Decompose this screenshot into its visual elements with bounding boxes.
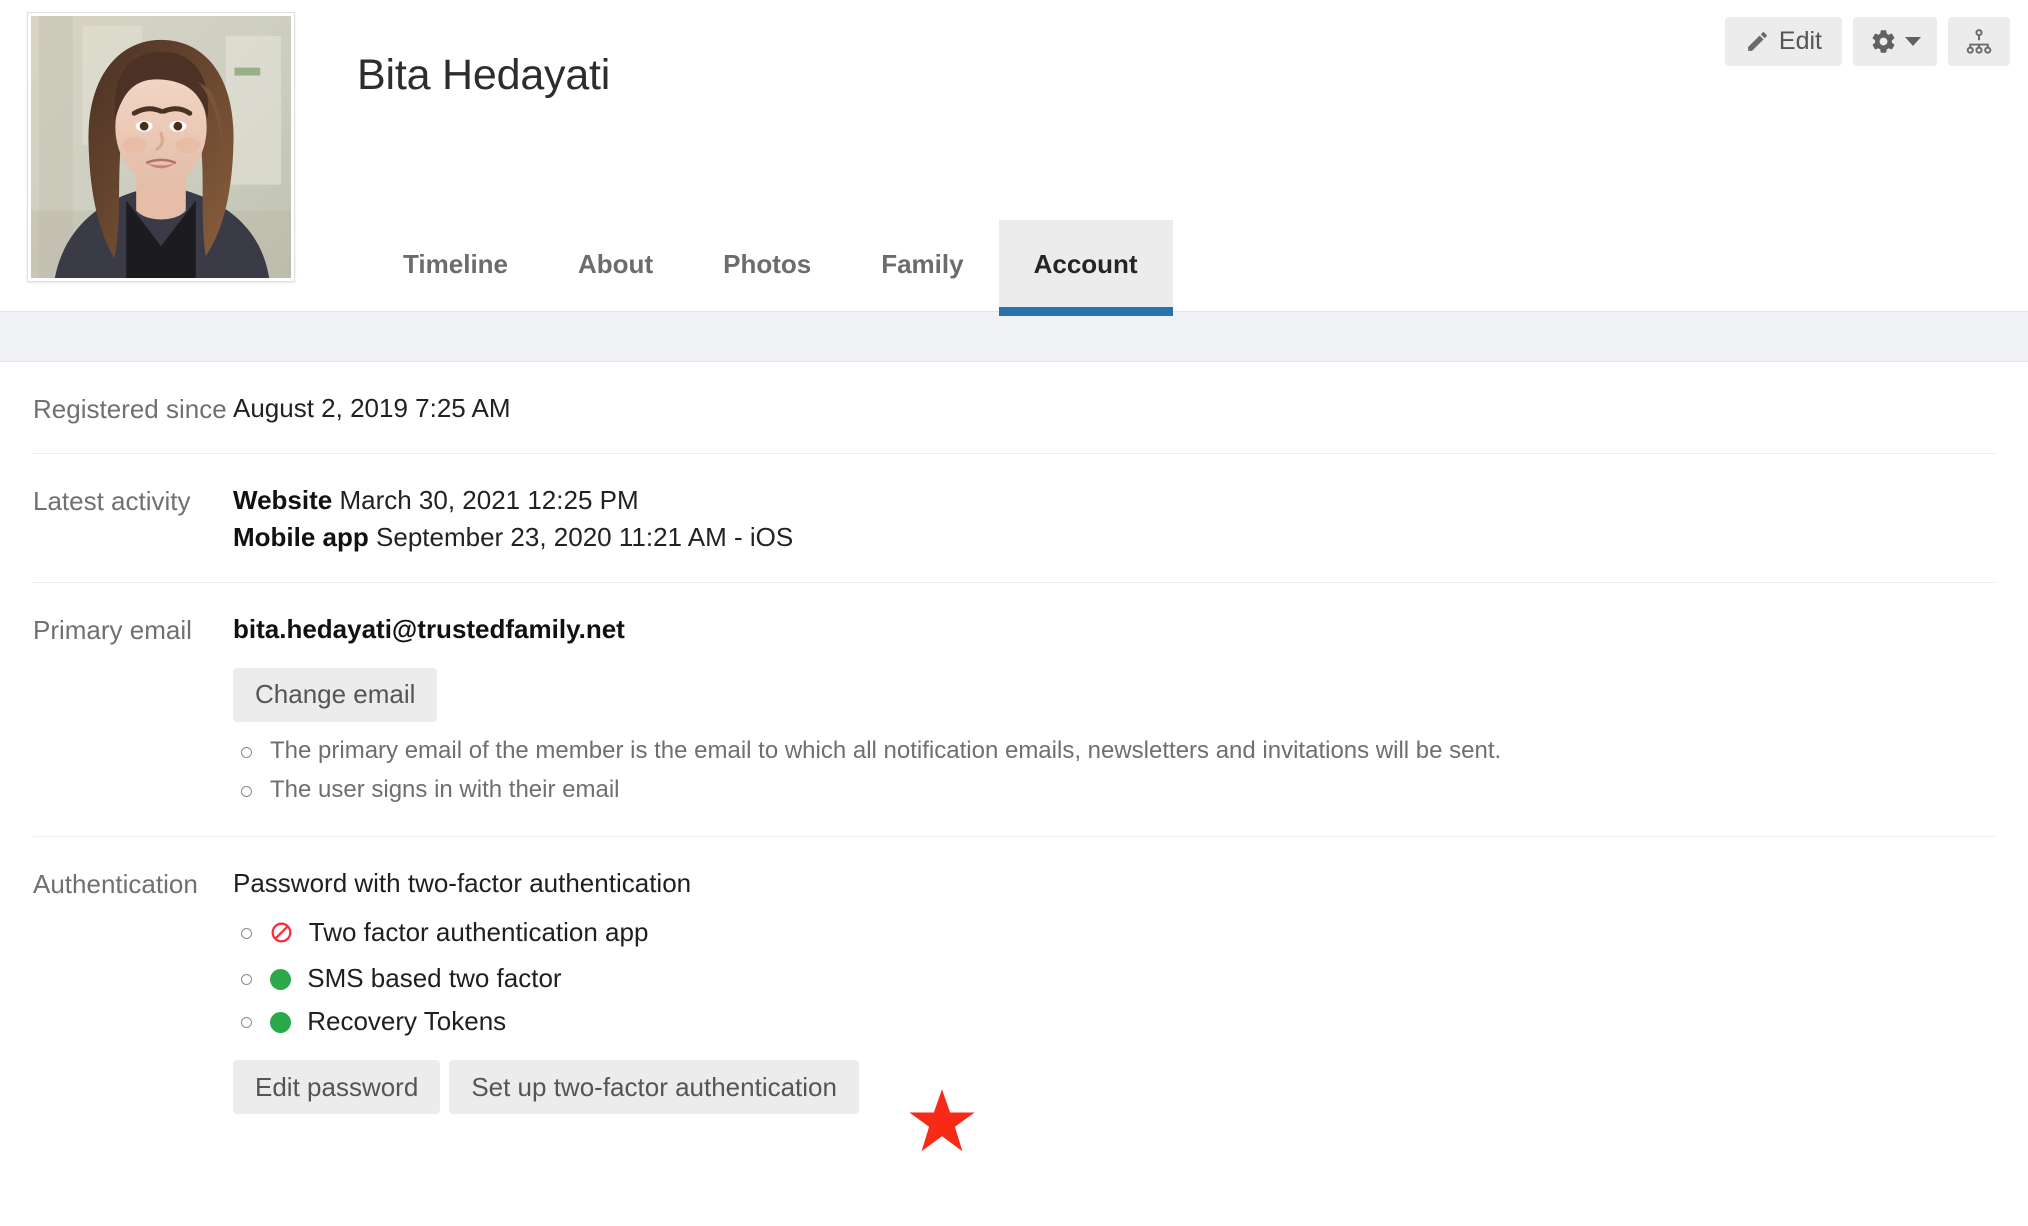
row-latest-activity: Latest activity Website March 30, 2021 1…: [33, 454, 1995, 583]
tab-family[interactable]: Family: [846, 220, 998, 311]
gear-icon: [1870, 28, 1897, 55]
list-item: The user signs in with their email: [233, 771, 1995, 810]
registered-since-value: August 2, 2019 7:25 AM: [233, 393, 511, 423]
tab-about[interactable]: About: [543, 220, 688, 311]
edit-button-label: Edit: [1778, 27, 1822, 55]
setup-two-factor-button[interactable]: Set up two-factor authentication: [449, 1060, 859, 1115]
authentication-label: Authentication: [33, 868, 198, 899]
latest-activity-mobile-source: Mobile app: [233, 522, 369, 552]
primary-email-value: bita.hedayati@trustedfamily.net: [233, 613, 625, 644]
list-item: SMS based two factor: [233, 957, 1995, 1000]
tab-account[interactable]: Account: [998, 220, 1173, 316]
auth-method-label: SMS based two factor: [307, 963, 562, 994]
tab-about-label: About: [578, 249, 654, 279]
tab-photos-label: Photos: [723, 249, 812, 279]
authentication-method: Password with two-factor authentication: [233, 867, 692, 898]
list-item: Two factor authentication app: [233, 911, 1995, 957]
latest-activity-website-detail: March 30, 2021 12:25 PM: [339, 485, 639, 516]
tab-timeline[interactable]: Timeline: [368, 220, 543, 311]
account-details: Registered since August 2, 2019 7:25 AM …: [0, 362, 2028, 1141]
tab-family-label: Family: [881, 249, 964, 279]
avatar-image: [31, 16, 291, 278]
list-item: The primary email of the member is the e…: [233, 732, 1995, 771]
latest-activity-mobile-detail: September 23, 2020 11:21 AM - iOS: [376, 522, 794, 552]
latest-activity-label: Latest activity: [33, 486, 191, 517]
edit-password-button[interactable]: Edit password: [233, 1060, 441, 1115]
latest-activity-website-source: Website: [233, 485, 333, 516]
prohibited-icon: [270, 914, 293, 957]
page-title: Bita Hedayati: [357, 50, 611, 99]
chevron-down-icon: [1904, 37, 1921, 46]
primary-email-value-block: bita.hedayati@trustedfamily.net Change e…: [233, 611, 1995, 810]
green-dot-icon: [270, 969, 291, 991]
auth-method-label: Two factor authentication app: [308, 917, 649, 948]
header-actions: Edit: [1724, 17, 2010, 66]
tab-photos[interactable]: Photos: [688, 220, 846, 311]
latest-activity-mobile: Mobile app September 23, 2020 11:21 AM -…: [233, 519, 1995, 556]
tab-timeline-label: Timeline: [403, 249, 509, 279]
profile-header: Bita Hedayati Edit Timeline About Photos…: [0, 0, 2028, 316]
primary-email-label: Primary email: [33, 614, 192, 645]
change-email-button[interactable]: Change email: [233, 667, 438, 722]
avatar[interactable]: [27, 12, 295, 282]
pencil-icon: [1745, 29, 1770, 54]
edit-button[interactable]: Edit: [1724, 17, 1842, 66]
authentication-value-block: Password with two-factor authentication …: [233, 865, 1995, 1115]
profile-tabs: Timeline About Photos Family Account: [368, 197, 1173, 316]
sub-toolbar: [0, 312, 2028, 362]
settings-dropdown-button[interactable]: [1853, 17, 1937, 66]
green-dot-icon: [270, 1011, 291, 1033]
tab-account-label: Account: [1033, 249, 1138, 279]
authentication-buttons: Edit password Set up two-factor authenti…: [233, 1060, 1995, 1115]
list-item: Recovery Tokens: [233, 1000, 1995, 1043]
row-authentication: Authentication Password with two-factor …: [33, 837, 1995, 1141]
authentication-methods-list: Two factor authentication app SMS based …: [233, 911, 1995, 1042]
auth-method-label: Recovery Tokens: [307, 1005, 507, 1036]
latest-activity-website: Website March 30, 2021 12:25 PM: [233, 482, 1995, 519]
org-chart-button[interactable]: [1948, 17, 2010, 66]
registered-since-label: Registered since: [33, 394, 227, 424]
row-registered-since: Registered since August 2, 2019 7:25 AM: [33, 362, 1995, 455]
sitemap-icon: [1965, 28, 1993, 56]
latest-activity-value: Website March 30, 2021 12:25 PM Mobile a…: [233, 482, 1995, 556]
row-primary-email: Primary email bita.hedayati@trustedfamil…: [33, 583, 1995, 837]
primary-email-notes: The primary email of the member is the e…: [233, 732, 1995, 810]
